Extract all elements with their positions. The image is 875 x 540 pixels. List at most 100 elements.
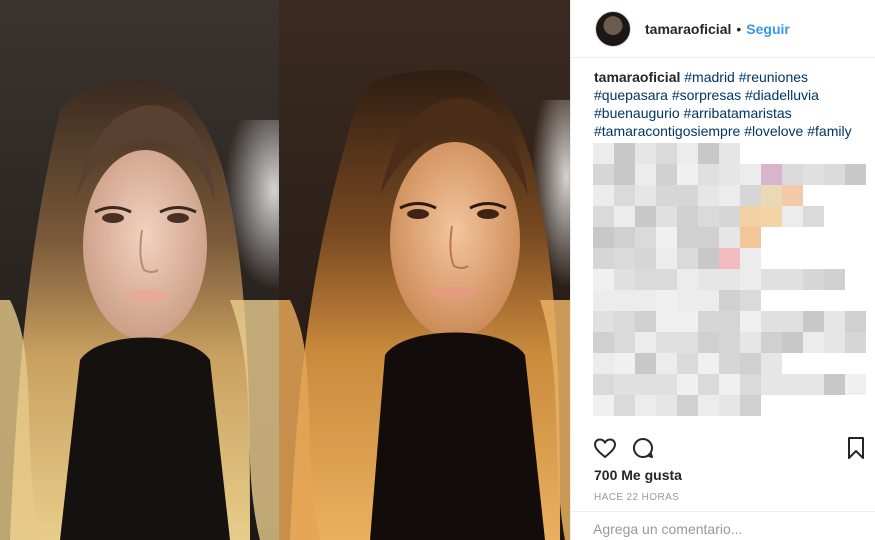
- pixel-block: [614, 269, 635, 290]
- pixel-block: [845, 374, 866, 395]
- pixel-block: [740, 206, 761, 227]
- pixel-block: [740, 332, 761, 353]
- pixel-block: [635, 269, 656, 290]
- pixel-block: [677, 374, 698, 395]
- pixel-block: [698, 164, 719, 185]
- pixel-block: [677, 227, 698, 248]
- pixel-block: [677, 164, 698, 185]
- pixel-block: [719, 143, 740, 164]
- pixel-block: [719, 164, 740, 185]
- pixel-block: [635, 143, 656, 164]
- pixel-block: [740, 227, 761, 248]
- pixel-block: [677, 353, 698, 374]
- pixel-block: [698, 311, 719, 332]
- separator-dot: •: [736, 20, 742, 37]
- pixel-block: [740, 374, 761, 395]
- hashtag[interactable]: #quepasara: [594, 87, 668, 103]
- pixel-block: [719, 248, 740, 269]
- caption-username[interactable]: tamaraoficial: [594, 69, 680, 85]
- post-timestamp[interactable]: HACE 22 HORAS: [594, 492, 679, 503]
- pixel-block: [698, 227, 719, 248]
- pixel-block: [824, 374, 845, 395]
- pixel-block: [740, 311, 761, 332]
- pixel-block: [824, 311, 845, 332]
- pixel-block: [761, 311, 782, 332]
- pixel-block: [635, 227, 656, 248]
- pixel-block: [614, 395, 635, 416]
- comment-input[interactable]: [593, 521, 853, 537]
- hashtag[interactable]: #tamaracontigosiempre: [594, 123, 740, 139]
- pixel-block: [782, 164, 803, 185]
- pixel-block: [593, 164, 614, 185]
- username-link[interactable]: tamaraoficial: [645, 21, 731, 37]
- pixel-block: [719, 227, 740, 248]
- pixel-block: [719, 269, 740, 290]
- pixel-block: [719, 353, 740, 374]
- pixel-block: [803, 164, 824, 185]
- pixel-block: [656, 374, 677, 395]
- hashtag[interactable]: #diadelluvia: [745, 87, 819, 103]
- comment-icon[interactable]: [631, 436, 655, 465]
- pixel-block: [740, 248, 761, 269]
- pixel-block: [782, 311, 803, 332]
- pixel-block: [635, 290, 656, 311]
- pixel-block: [635, 206, 656, 227]
- pixel-block: [614, 143, 635, 164]
- pixel-block: [593, 395, 614, 416]
- pixel-block: [635, 185, 656, 206]
- pixel-block: [635, 248, 656, 269]
- pixel-block: [677, 395, 698, 416]
- hashtag[interactable]: #madrid: [684, 69, 735, 85]
- pixel-block: [614, 164, 635, 185]
- pixel-block: [635, 332, 656, 353]
- hashtag[interactable]: #lovelove: [744, 123, 803, 139]
- hashtag[interactable]: #buenaugurio: [594, 105, 680, 121]
- pixel-block: [845, 332, 866, 353]
- pixel-block: [761, 185, 782, 206]
- bookmark-icon[interactable]: [847, 436, 865, 465]
- hashtag[interactable]: #reuniones: [739, 69, 808, 85]
- pixel-block: [635, 395, 656, 416]
- pixel-block: [698, 332, 719, 353]
- post-header: tamaraoficial • Seguir: [571, 0, 875, 58]
- pixel-block: [719, 374, 740, 395]
- pixel-block: [719, 290, 740, 311]
- pixel-block: [635, 311, 656, 332]
- post-photo[interactable]: [0, 0, 570, 540]
- pixel-block: [845, 311, 866, 332]
- follow-button[interactable]: Seguir: [746, 21, 790, 37]
- pixel-block: [698, 248, 719, 269]
- pixel-block: [656, 395, 677, 416]
- pixel-block: [824, 332, 845, 353]
- pixel-block: [614, 248, 635, 269]
- pixel-block: [593, 332, 614, 353]
- pixel-block: [782, 185, 803, 206]
- pixel-block: [614, 185, 635, 206]
- pixel-block: [593, 374, 614, 395]
- pixel-block: [593, 185, 614, 206]
- avatar[interactable]: [595, 10, 631, 47]
- hashtag[interactable]: #arribatamaristas: [684, 105, 792, 121]
- hashtag[interactable]: #sorpresas: [672, 87, 741, 103]
- pixel-block: [698, 290, 719, 311]
- pixel-block: [656, 206, 677, 227]
- pixel-block: [614, 332, 635, 353]
- pixel-block: [635, 164, 656, 185]
- pixel-block: [782, 269, 803, 290]
- pixel-block: [677, 290, 698, 311]
- pixel-block: [761, 206, 782, 227]
- pixel-block: [803, 374, 824, 395]
- pixel-block: [698, 269, 719, 290]
- heart-icon[interactable]: [593, 436, 617, 465]
- pixel-block: [614, 206, 635, 227]
- hashtag[interactable]: #family: [807, 123, 851, 139]
- like-count[interactable]: 700 Me gusta: [594, 467, 682, 483]
- pixel-block: [677, 269, 698, 290]
- pixel-block: [656, 164, 677, 185]
- pixel-block: [719, 395, 740, 416]
- photo-collage: [0, 0, 570, 540]
- pixel-block: [782, 206, 803, 227]
- pixel-block: [593, 143, 614, 164]
- pixel-block: [698, 353, 719, 374]
- pixel-block: [677, 206, 698, 227]
